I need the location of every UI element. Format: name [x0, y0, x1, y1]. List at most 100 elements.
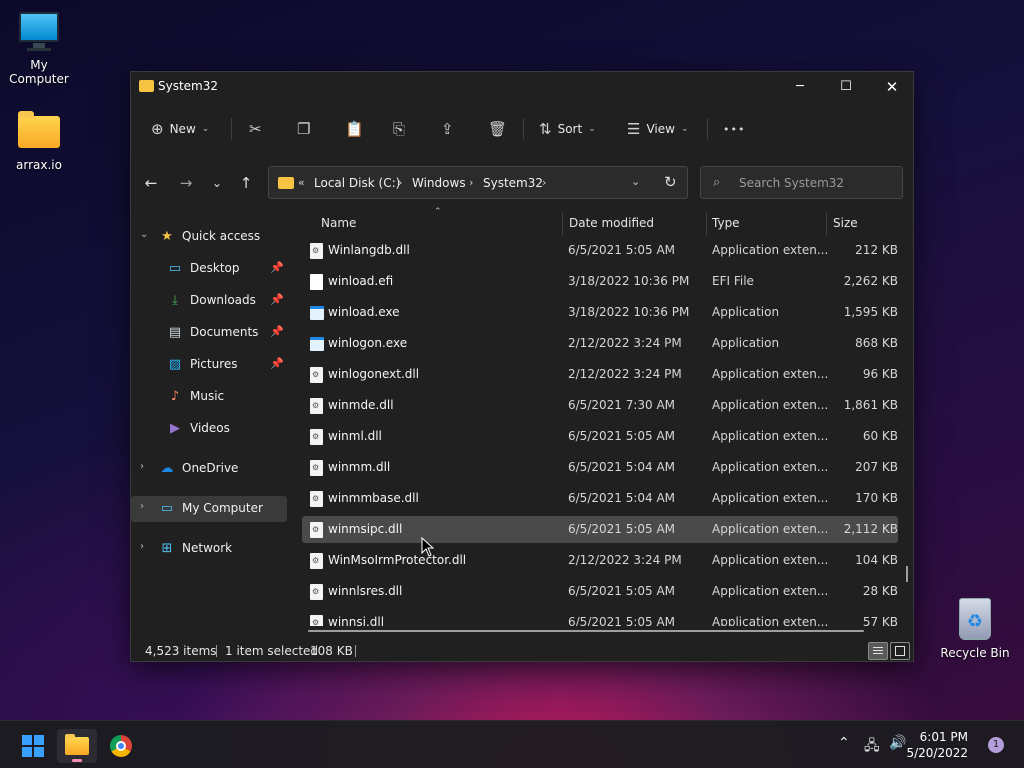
- search-input[interactable]: [739, 174, 889, 192]
- table-row[interactable]: ⚙ winnsi.dll 6/5/2021 5:05 AM Applicatio…: [302, 609, 898, 626]
- column-divider[interactable]: [562, 212, 563, 236]
- table-row[interactable]: ⚙ winmde.dll 6/5/2021 7:30 AM Applicatio…: [302, 392, 898, 419]
- up-button[interactable]: ↑: [233, 172, 259, 194]
- nav-item-desktop[interactable]: ▭ Desktop 📌: [131, 256, 287, 282]
- table-row[interactable]: ⚙ winmmbase.dll 6/5/2021 5:04 AM Applica…: [302, 485, 898, 512]
- taskbar-file-explorer[interactable]: [57, 729, 97, 763]
- desktop-icon-my-computer[interactable]: My Computer: [0, 10, 79, 86]
- new-button[interactable]: ⊕ New ⌄: [151, 114, 209, 144]
- table-row-selected[interactable]: ⚙ winmsipc.dll 6/5/2021 5:05 AM Applicat…: [302, 516, 898, 543]
- nav-item-pictures[interactable]: ▨ Pictures 📌: [131, 352, 287, 378]
- sort-ascending-icon: ⌃: [434, 207, 442, 217]
- file-date: 2/12/2022 3:24 PM: [568, 367, 682, 381]
- large-icons-view-button[interactable]: [890, 642, 910, 660]
- horizontal-scrollbar[interactable]: [308, 630, 864, 632]
- table-row[interactable]: ⚙ winnlsres.dll 6/5/2021 5:05 AM Applica…: [302, 578, 898, 605]
- music-icon: ♪: [170, 389, 180, 404]
- taskbar-chrome[interactable]: [101, 729, 141, 763]
- column-header-size[interactable]: Size: [833, 216, 858, 230]
- file-name: winmm.dll: [328, 460, 391, 474]
- column-header-date[interactable]: Date modified: [569, 216, 654, 230]
- breadcrumb-overflow[interactable]: «: [298, 176, 305, 189]
- column-header-type[interactable]: Type: [712, 216, 740, 230]
- table-row[interactable]: ⚙ winmm.dll 6/5/2021 5:04 AM Application…: [302, 454, 898, 481]
- share-button[interactable]: ⇪: [441, 114, 454, 144]
- forward-button[interactable]: →: [173, 172, 199, 194]
- more-options-button[interactable]: •••: [723, 114, 745, 144]
- file-name: winmmbase.dll: [328, 491, 419, 505]
- notification-badge[interactable]: 1: [988, 737, 1004, 753]
- rename-button[interactable]: ⎘: [393, 114, 405, 144]
- search-box[interactable]: ⌕: [700, 166, 903, 199]
- address-bar[interactable]: « Local Disk (C:) › Windows › System32 ›…: [268, 166, 688, 199]
- pin-icon: 📌: [270, 293, 284, 306]
- table-row[interactable]: ⚙ Winlangdb.dll 6/5/2021 5:05 AM Applica…: [302, 237, 898, 264]
- cut-button[interactable]: ✂: [249, 114, 262, 144]
- nav-network[interactable]: › ⊞ Network: [131, 536, 287, 562]
- file-date: 6/5/2021 5:05 AM: [568, 584, 676, 598]
- breadcrumb-local-disk[interactable]: Local Disk (C:): [314, 176, 400, 190]
- table-row[interactable]: ⚙ winml.dll 6/5/2021 5:05 AM Application…: [302, 423, 898, 450]
- delete-icon: 🗑: [488, 120, 508, 138]
- chevron-right-icon[interactable]: ›: [469, 176, 473, 189]
- table-row[interactable]: ⚙ WinMsoIrmProtector.dll 2/12/2022 3:24 …: [302, 547, 898, 574]
- nav-label: Network: [182, 541, 233, 555]
- refresh-icon[interactable]: ↻: [664, 173, 677, 191]
- breadcrumb-system32[interactable]: System32: [483, 176, 543, 190]
- nav-item-videos[interactable]: ▶ Videos: [131, 416, 287, 442]
- nav-my-computer[interactable]: › ▭ My Computer: [131, 496, 287, 522]
- table-row[interactable]: ⚙ winlogonext.dll 2/12/2022 3:24 PM Appl…: [302, 361, 898, 388]
- minimize-button[interactable]: ─: [777, 72, 823, 102]
- clock-date: 5/20/2022: [906, 746, 968, 760]
- column-header-name[interactable]: Name: [321, 216, 356, 230]
- plus-circle-icon: ⊕: [151, 120, 164, 138]
- status-item-count: 4,523 items: [145, 644, 217, 658]
- desktop-icon-arrax-folder[interactable]: arrax.io: [0, 110, 79, 172]
- chevron-right-icon[interactable]: ›: [542, 176, 546, 189]
- table-row[interactable]: winload.exe 3/18/2022 10:36 PM Applicati…: [302, 299, 898, 326]
- column-divider[interactable]: [706, 212, 707, 236]
- nav-item-downloads[interactable]: ⤓ Downloads 📌: [131, 288, 287, 314]
- delete-button[interactable]: 🗑: [488, 114, 507, 144]
- file-name: winnlsres.dll: [328, 584, 403, 598]
- breadcrumb-windows[interactable]: Windows: [412, 176, 466, 190]
- chevron-right-icon[interactable]: ›: [398, 176, 402, 189]
- column-divider[interactable]: [826, 212, 827, 236]
- start-button[interactable]: [12, 729, 52, 763]
- title-bar[interactable]: System32 ─ ☐ ✕: [131, 72, 913, 102]
- paste-button[interactable]: 📋: [345, 114, 364, 144]
- clock[interactable]: 6:01 PM 5/20/2022: [904, 729, 968, 761]
- maximize-button[interactable]: ☐: [823, 72, 869, 102]
- file-date: 6/5/2021 5:04 AM: [568, 491, 676, 505]
- network-icon[interactable]: 🖧: [864, 735, 880, 759]
- nav-quick-access[interactable]: ⌄ ★ Quick access: [131, 224, 287, 250]
- desktop-icon-label: arrax.io: [16, 158, 62, 172]
- file-type: Application exten...: [712, 243, 829, 257]
- pin-icon: 📌: [270, 357, 284, 370]
- mouse-cursor-icon: [421, 537, 435, 557]
- close-button[interactable]: ✕: [869, 72, 915, 102]
- nav-item-documents[interactable]: ▤ Documents 📌: [131, 320, 287, 346]
- nav-item-music[interactable]: ♪ Music: [131, 384, 287, 410]
- nav-onedrive[interactable]: › ☁ OneDrive: [131, 456, 287, 482]
- chevron-up-icon[interactable]: ⌃: [838, 735, 850, 751]
- back-button[interactable]: ←: [138, 172, 164, 194]
- address-dropdown-icon[interactable]: ⌄: [631, 175, 640, 188]
- vertical-scrollbar[interactable]: [906, 566, 908, 582]
- copy-button[interactable]: ❐: [297, 114, 310, 144]
- table-row[interactable]: winlogon.exe 2/12/2022 3:24 PM Applicati…: [302, 330, 898, 357]
- recent-locations-button[interactable]: ⌄: [204, 172, 230, 194]
- search-icon: ⌕: [713, 175, 721, 190]
- chevron-right-icon[interactable]: ›: [140, 461, 144, 472]
- details-view-button[interactable]: [868, 642, 888, 660]
- chevron-right-icon[interactable]: ›: [140, 501, 144, 512]
- file-type: Application: [712, 305, 780, 319]
- desktop-icon-recycle-bin[interactable]: ♻ Recycle Bin: [935, 598, 1015, 660]
- view-button[interactable]: ☰ View ⌄: [627, 114, 688, 144]
- file-date: 6/5/2021 5:05 AM: [568, 522, 676, 536]
- sort-button[interactable]: ⇅ Sort ⌄: [539, 114, 596, 144]
- chevron-right-icon[interactable]: ›: [140, 541, 144, 552]
- status-selection: 1 item selected: [225, 644, 319, 658]
- chevron-down-icon[interactable]: ⌄: [140, 229, 148, 240]
- table-row[interactable]: winload.efi 3/18/2022 10:36 PM EFI File …: [302, 268, 898, 295]
